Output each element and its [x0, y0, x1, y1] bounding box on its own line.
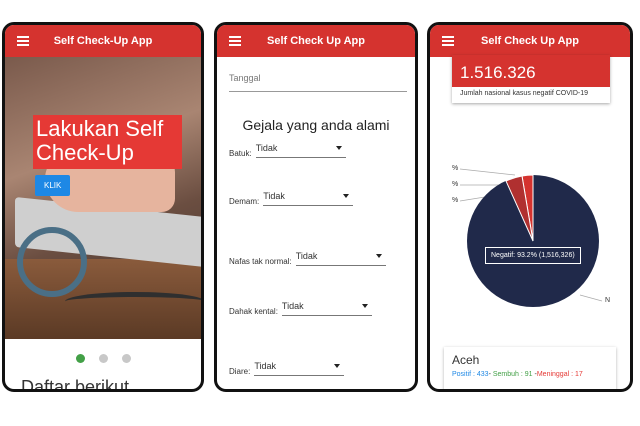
symptom-select[interactable]: Tidak — [295, 251, 386, 266]
meninggal-count: Meninggal : 17 — [536, 371, 583, 378]
symptom-row-diare: Diare: Tidak — [229, 361, 345, 376]
hero-title: Lakukan Self Check-Up — [33, 115, 182, 169]
carousel-dot — [98, 354, 108, 363]
section-heading: Daftar berikut — [21, 377, 130, 392]
region-stats: Positif : 433- Sembuh : 91 -Meninggal : … — [452, 371, 583, 378]
carousel-dots[interactable] — [5, 350, 201, 368]
pie-label-n: N — [605, 297, 611, 304]
phone-form: Self Check Up App Tanggal Gejala yang an… — [214, 22, 418, 392]
symptom-select[interactable]: Tidak — [263, 191, 354, 206]
sembuh-count: Sembuh : 91 — [492, 371, 533, 378]
dropdown-arrow-icon — [334, 364, 341, 368]
app-bar: Self Check Up App — [217, 25, 415, 57]
hero-image: Lakukan Self Check-Up KLIK — [5, 57, 201, 339]
phone-home: Self Check-Up App Lakukan Self Check-Up … — [2, 22, 204, 392]
symptoms-heading: Gejala yang anda alami — [242, 117, 390, 133]
dropdown-arrow-icon — [375, 254, 382, 258]
menu-icon[interactable] — [442, 36, 454, 46]
symptom-row-dahak: Dahak kental: Tidak — [229, 301, 372, 316]
symptom-label: Batuk: — [229, 149, 252, 158]
symptom-label: Demam: — [229, 197, 260, 206]
app-title: Self Check-Up App — [53, 35, 153, 47]
symptom-label: Dahak kental: — [229, 307, 278, 316]
national-stat-card: 1.516.326 Jumlah nasional kasus negatif … — [452, 55, 610, 103]
carousel-dot-active — [75, 354, 85, 363]
national-negative-label: Jumlah nasional kasus negatif COVID-19 — [460, 90, 589, 97]
app-bar: Self Check-Up App — [5, 25, 201, 57]
app-bar: Self Check Up App — [430, 25, 630, 57]
dropdown-arrow-icon — [361, 304, 368, 308]
app-title: Self Check Up App — [267, 35, 365, 47]
menu-icon[interactable] — [229, 36, 241, 46]
region-name: Aceh — [452, 353, 480, 367]
phone-stats: Self Check Up App 1.516.326 Jumlah nasio… — [427, 22, 633, 392]
symptom-select[interactable]: Tidak — [281, 301, 372, 316]
region-card[interactable]: Aceh Positif : 433- Sembuh : 91 -Meningg… — [444, 347, 616, 389]
klik-button[interactable]: KLIK — [35, 175, 71, 196]
app-title: Self Check Up App — [481, 35, 579, 47]
menu-icon[interactable] — [17, 36, 29, 46]
pie-tooltip: Negatif: 93.2% (1,516,326) — [485, 247, 581, 264]
symptom-select[interactable]: Tidak — [255, 143, 346, 158]
positif-count: Positif : 433 — [452, 371, 489, 378]
dropdown-arrow-icon — [335, 146, 342, 150]
tanggal-field[interactable]: Tanggal — [229, 73, 407, 92]
symptom-row-batuk: Batuk: Tidak — [229, 143, 346, 158]
symptom-select[interactable]: Tidak — [254, 361, 345, 376]
symptom-label: Diare: — [229, 367, 251, 376]
symptom-row-demam: Demam: Tidak — [229, 191, 354, 206]
national-negative-count: 1.516.326 — [452, 55, 610, 87]
dropdown-arrow-icon — [343, 194, 350, 198]
carousel-dot — [121, 354, 131, 363]
symptom-label: Nafas tak normal: — [229, 257, 292, 266]
symptom-row-nafas: Nafas tak normal: Tidak — [229, 251, 386, 266]
